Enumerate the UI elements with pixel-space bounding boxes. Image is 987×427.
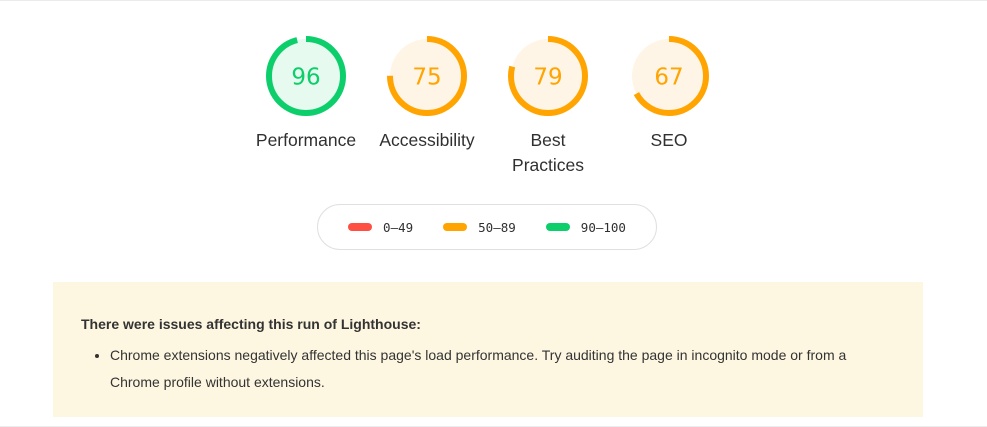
gauge-ring-performance: 96 <box>266 36 346 116</box>
gauge-score: 96 <box>291 65 320 91</box>
gauge-label: Best Practices <box>512 130 584 175</box>
average-swatch-icon <box>443 223 468 231</box>
warning-item: Chrome extensions negatively affected th… <box>110 342 895 396</box>
gauge-label: Accessibility <box>379 130 475 150</box>
gauge-ring-seo: 67 <box>629 36 709 116</box>
lighthouse-report-summary: 96 Performance 75 Accessibility 79 Best … <box>0 0 987 427</box>
fail-swatch-icon <box>348 223 373 231</box>
gauge-score: 67 <box>654 65 683 91</box>
score-scale-legend: 0–49 50–89 90–100 <box>317 204 657 250</box>
gauge-score: 79 <box>533 65 562 91</box>
legend-item-fail: 0–49 <box>348 220 413 235</box>
gauge-label: SEO <box>650 130 688 150</box>
run-warnings-box: There were issues affecting this run of … <box>53 282 923 417</box>
gauge-accessibility[interactable]: 75 Accessibility <box>367 35 487 153</box>
legend-item-pass: 90–100 <box>545 219 626 235</box>
legend-range: 0–49 <box>383 219 414 235</box>
gauge-seo[interactable]: 67 SEO <box>609 35 729 153</box>
warning-title: There were issues affecting this run of … <box>81 316 421 332</box>
gauge-best-practices[interactable]: 79 Best Practices <box>488 35 608 178</box>
warning-list: Chrome extensions negatively affected th… <box>81 342 895 396</box>
gauge-performance[interactable]: 96 Performance <box>246 35 366 153</box>
legend-range: 90–100 <box>580 219 626 235</box>
gauge-score: 75 <box>412 65 441 91</box>
gauge-ring-best-practices: 79 <box>508 36 588 116</box>
gauge-label: Performance <box>255 130 357 150</box>
legend-range: 50–89 <box>478 219 516 235</box>
legend-item-average: 50–89 <box>443 220 516 235</box>
pass-swatch-icon <box>545 223 570 231</box>
gauge-ring-accessibility: 75 <box>387 36 467 116</box>
category-gauges: 96 Performance 75 Accessibility 79 Best … <box>0 35 987 185</box>
